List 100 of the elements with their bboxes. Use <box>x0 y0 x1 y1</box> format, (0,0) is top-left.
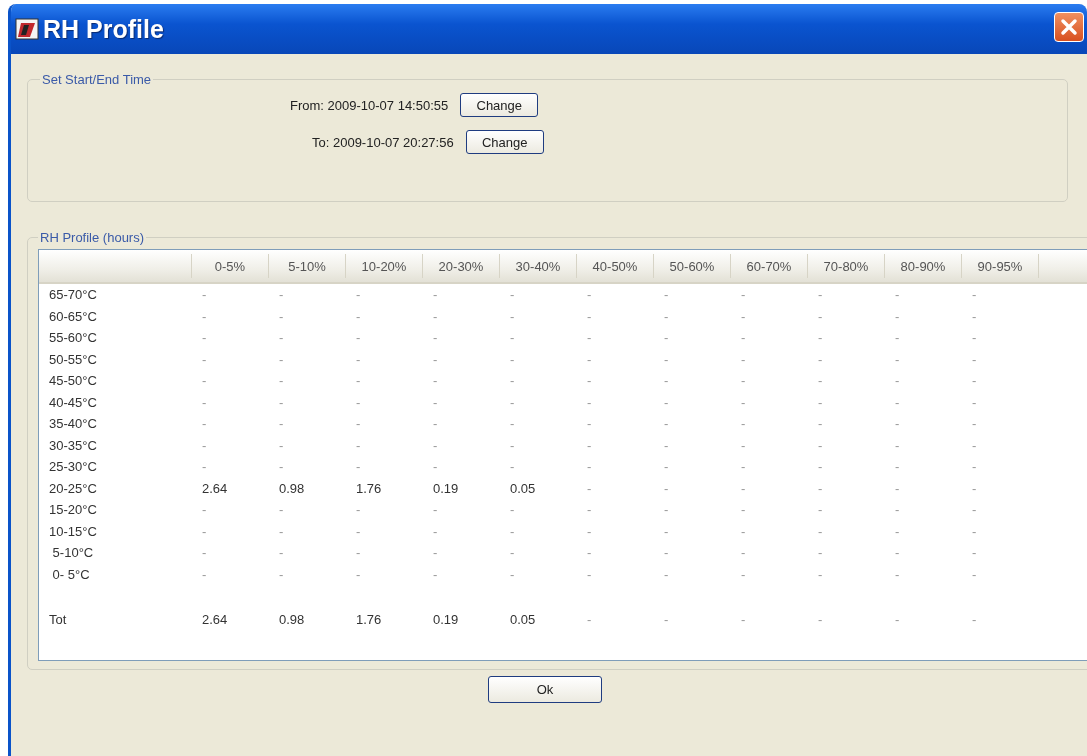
table-cell-text: - <box>432 308 439 324</box>
table-cell-text: - <box>663 612 670 628</box>
table-cell-text: - <box>509 308 516 324</box>
table-cell-text: - <box>509 545 516 561</box>
table-cell-text: - <box>663 416 670 432</box>
row-label: 40-45°C <box>48 394 98 410</box>
table-cell-text: - <box>663 437 670 453</box>
table-cell-text: - <box>278 545 285 561</box>
row-label: 25-30°C <box>48 459 98 475</box>
table-cell-text: - <box>355 351 362 367</box>
table-cell-text: - <box>586 394 593 410</box>
table-cell-text: - <box>509 394 516 410</box>
table-cell-text: - <box>663 330 670 346</box>
close-button[interactable] <box>1054 12 1084 42</box>
table-cell-text: - <box>894 330 901 346</box>
change-button[interactable]: Change <box>465 130 544 154</box>
table-cell-text: - <box>355 373 362 389</box>
table-cell-text: - <box>586 459 593 475</box>
table-cell-text: - <box>817 566 824 582</box>
table-cell-text: - <box>817 373 824 389</box>
table-cell-text: - <box>894 459 901 475</box>
table-cell-text: - <box>663 502 670 518</box>
table-cell-text: - <box>971 566 978 582</box>
table-cell-text: - <box>663 459 670 475</box>
table-cell-text: - <box>586 566 593 582</box>
table-cell-text: - <box>740 612 747 628</box>
table-cell-text: - <box>355 394 362 410</box>
table-cell-text: - <box>971 459 978 475</box>
table-cell-text: - <box>894 566 901 582</box>
table-cell-text: - <box>894 287 901 303</box>
column-header: 5-10% <box>269 254 346 278</box>
table-cell-text: 1.76 <box>355 612 383 628</box>
group-title: Set Start/End Time <box>41 72 153 87</box>
table-cell-text: - <box>355 437 362 453</box>
table-cell-text: - <box>971 394 978 410</box>
column-header: 60-70% <box>731 254 808 278</box>
table-cell-text: - <box>201 523 208 539</box>
row-label: 55-60°C <box>48 330 98 346</box>
table-cell-text: - <box>509 416 516 432</box>
table-cell-text: - <box>817 523 824 539</box>
table-cell-text: - <box>817 351 824 367</box>
table-cell-text: 0.05 <box>509 480 537 496</box>
row-label: 45-50°C <box>48 373 98 389</box>
table-cell-text: - <box>894 351 901 367</box>
table-cell-text: - <box>894 545 901 561</box>
row-label: 50-55°C <box>48 351 98 367</box>
table-cell-text: 0.19 <box>432 612 460 628</box>
table-cell-text: - <box>586 308 593 324</box>
table-cell-text: - <box>509 502 516 518</box>
table-cell-text: - <box>663 523 670 539</box>
table-cell-text: - <box>432 351 439 367</box>
table-cell-text: - <box>586 612 593 628</box>
table-cell-text: - <box>971 308 978 324</box>
table-cell-text: - <box>586 351 593 367</box>
row-label: Tot <box>48 612 68 628</box>
table-cell-text: - <box>432 373 439 389</box>
column-header: 90-95% <box>962 254 1039 278</box>
table-cell-text: - <box>663 373 670 389</box>
table-cell-text: - <box>971 351 978 367</box>
table-cell-text: - <box>509 523 516 539</box>
table-cell-text: - <box>740 287 747 303</box>
table-cell-text: - <box>894 308 901 324</box>
row-label: 65-70°C <box>48 287 98 303</box>
table-cell-text: - <box>432 330 439 346</box>
table-cell-text: - <box>894 612 901 628</box>
table-cell-text: - <box>894 523 901 539</box>
table-cell-text: - <box>355 308 362 324</box>
table-cell-text: - <box>817 459 824 475</box>
table-cell-text: - <box>817 330 824 346</box>
table-cell-text: - <box>817 287 824 303</box>
time-label: From: 2009-10-07 14:50:55 <box>290 97 449 113</box>
table-cell-text: - <box>817 612 824 628</box>
table-cell-text: - <box>894 394 901 410</box>
table-cell-text: - <box>740 545 747 561</box>
table-cell-text: - <box>201 545 208 561</box>
row-label: 20-25°C <box>48 480 98 496</box>
table-cell-text: - <box>894 480 901 496</box>
table-cell-text: - <box>663 566 670 582</box>
table-cell-text: - <box>740 330 747 346</box>
time-label: To: 2009-10-07 20:27:56 <box>312 134 454 150</box>
table-cell-text: - <box>201 351 208 367</box>
table-cell-text: - <box>278 523 285 539</box>
table-cell-text: - <box>894 416 901 432</box>
table-cell-text: - <box>201 459 208 475</box>
ok-button[interactable]: Ok <box>488 676 602 703</box>
table-cell-text: - <box>740 394 747 410</box>
table-cell-text: - <box>509 437 516 453</box>
table-cell-text: 0.19 <box>432 480 460 496</box>
row-label: 10-15°C <box>48 523 98 539</box>
table-cell-text: - <box>432 545 439 561</box>
table-cell-text: - <box>586 437 593 453</box>
table-cell-text: - <box>201 373 208 389</box>
table-cell-text: - <box>740 308 747 324</box>
table-cell-text: - <box>201 502 208 518</box>
table-cell-text: - <box>201 394 208 410</box>
table-cell-text: - <box>817 480 824 496</box>
change-button[interactable]: Change <box>460 93 539 117</box>
table-cell-text: - <box>586 523 593 539</box>
table-cell-text: - <box>355 287 362 303</box>
table-cell-text: - <box>586 330 593 346</box>
